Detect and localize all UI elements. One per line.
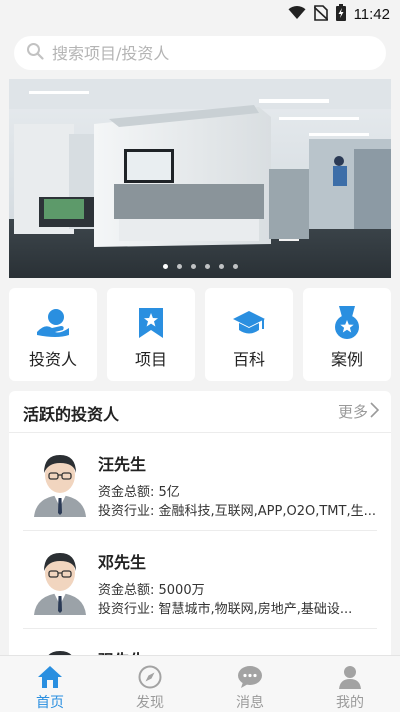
section-header: 活跃的投资人 更多 (9, 391, 391, 433)
banner-image (9, 79, 391, 278)
investor-row[interactable]: 汪先生 资金总额: 5亿 投资行业: 金融科技,互联网,APP,O2O,TMT,… (23, 433, 377, 531)
more-label: 更多 (337, 403, 368, 421)
investor-funds: 资金总额: 5000万 (98, 583, 205, 598)
investor-name: 邓先生 (98, 553, 147, 572)
tab-messages[interactable]: 消息 (200, 656, 300, 712)
carousel-indicators (9, 264, 391, 269)
category-encyclopedia[interactable]: 百科 (205, 288, 293, 381)
wifi-icon (288, 5, 306, 24)
search-icon (26, 42, 44, 64)
carousel-dot[interactable] (190, 264, 196, 269)
tab-home[interactable]: 首页 (0, 656, 100, 712)
category-investors[interactable]: 投资人 (9, 288, 97, 381)
status-icons: 11:42 (288, 4, 390, 25)
active-investors-section: 活跃的投资人 更多 汪先生 资金总额: 5亿 投资行业: 金融科技,互联网,AP… (9, 391, 391, 691)
carousel-dot[interactable] (204, 264, 210, 269)
investor-industry: 投资行业: 智慧城市,物联网,房地产,基础设... (98, 602, 353, 617)
carousel-dot[interactable] (162, 264, 168, 269)
no-sim-icon (313, 4, 329, 25)
investor-row[interactable]: 邓先生 资金总额: 5000万 投资行业: 智慧城市,物联网,房地产,基础设..… (23, 531, 377, 629)
medal-icon (333, 306, 361, 339)
chevron-right-icon (370, 401, 380, 422)
avatar (30, 549, 90, 615)
category-cases[interactable]: 案例 (303, 288, 391, 381)
tab-label: 消息 (236, 695, 264, 711)
avatar (30, 451, 90, 517)
bottom-tab-bar: 首页 发现 消息 我的 (0, 655, 400, 712)
tab-label: 我的 (336, 695, 364, 711)
tab-label: 发现 (136, 695, 164, 711)
more-link[interactable]: 更多 (337, 401, 380, 422)
tab-discover[interactable]: 发现 (100, 656, 200, 712)
status-bar: 11:42 (0, 0, 400, 28)
category-projects[interactable]: 项目 (107, 288, 195, 381)
category-label: 投资人 (28, 350, 77, 369)
category-label: 项目 (134, 350, 167, 369)
investor-name: 汪先生 (98, 455, 147, 474)
home-icon (37, 664, 63, 690)
graduation-cap-icon (232, 308, 266, 338)
investor-icon (35, 308, 71, 338)
bookmark-star-icon (138, 308, 164, 338)
user-icon (338, 664, 362, 690)
carousel-dot[interactable] (218, 264, 224, 269)
investor-industry: 投资行业: 金融科技,互联网,APP,O2O,TMT,生... (98, 504, 376, 519)
status-time: 11:42 (353, 6, 390, 23)
tab-label: 首页 (36, 695, 64, 711)
search-input[interactable] (50, 42, 386, 64)
category-label: 案例 (330, 350, 363, 369)
category-label: 百科 (232, 350, 265, 369)
search-bar[interactable] (14, 36, 386, 70)
battery-charging-icon (335, 4, 346, 25)
carousel-dot[interactable] (176, 264, 182, 269)
investor-funds: 资金总额: 5亿 (98, 485, 180, 500)
banner-carousel[interactable] (9, 79, 391, 278)
carousel-dot[interactable] (232, 264, 238, 269)
section-title: 活跃的投资人 (23, 405, 120, 424)
compass-icon (138, 664, 162, 690)
chat-bubble-icon (237, 664, 263, 690)
tab-profile[interactable]: 我的 (300, 656, 400, 712)
